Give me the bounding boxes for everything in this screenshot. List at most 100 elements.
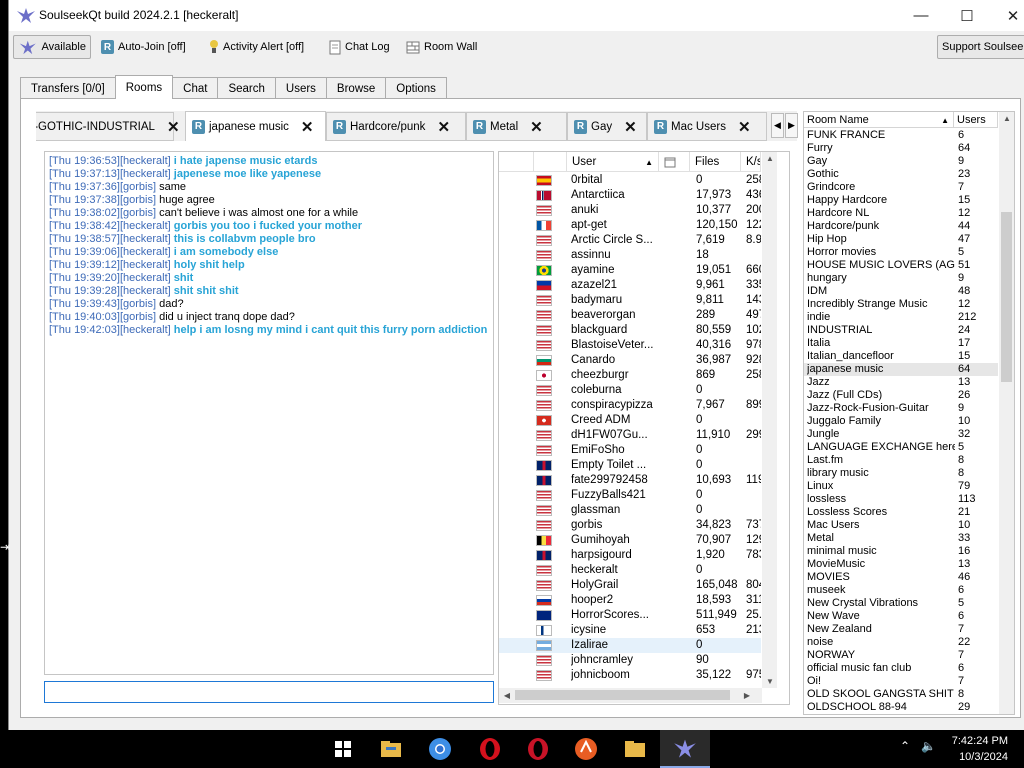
chrome-icon[interactable] <box>427 736 453 762</box>
user-row[interactable]: Gumihoyah 70,907 129 <box>499 533 761 548</box>
user-row[interactable]: ayamine 19,051 660 <box>499 263 761 278</box>
room-row[interactable]: New Wave 6 <box>804 610 998 623</box>
file-explorer-icon[interactable] <box>378 736 404 762</box>
room-row[interactable]: Jazz 13 <box>804 376 998 389</box>
minimize-button[interactable]: — <box>898 0 944 31</box>
room-row[interactable]: noise 22 <box>804 636 998 649</box>
message-username[interactable]: [heckeralt] <box>120 285 171 297</box>
room-row[interactable]: LANGUAGE EXCHANGE here 5 <box>804 441 998 454</box>
user-row[interactable]: blackguard 80,559 102 <box>499 323 761 338</box>
message-username[interactable]: [gorbis] <box>120 311 156 323</box>
maximize-button[interactable]: ☐ <box>944 0 990 31</box>
activity-alert-button[interactable]: Activity Alert [off] <box>205 35 308 59</box>
user-row[interactable]: icysine 653 213 <box>499 623 761 638</box>
room-row[interactable]: Happy Hardcore 15 <box>804 194 998 207</box>
room-row[interactable]: Gothic 23 <box>804 168 998 181</box>
room-row[interactable]: NORWAY 7 <box>804 649 998 662</box>
user-row[interactable]: harpsigourd 1,920 783 <box>499 548 761 563</box>
room-row[interactable]: HOUSE MUSIC LOVERS (AG) 51 <box>804 259 998 272</box>
main-tab-users[interactable]: Users <box>274 77 327 99</box>
message-username[interactable]: [heckeralt] <box>120 220 171 232</box>
close-button[interactable]: ✕ <box>990 0 1024 31</box>
column-header-user[interactable]: User ▲ <box>567 152 659 172</box>
column-header-users[interactable]: Users <box>954 112 998 128</box>
system-tray[interactable]: ⌃ 🔈 <box>900 739 936 753</box>
column-header-flag[interactable] <box>499 152 534 172</box>
main-tab-browse[interactable]: Browse <box>325 77 387 99</box>
user-row[interactable]: BlastoiseVeter... 40,316 978 <box>499 338 761 353</box>
room-row[interactable]: museek 6 <box>804 584 998 597</box>
user-row[interactable]: Arctic Circle S... 7,619 8.9 <box>499 233 761 248</box>
message-username[interactable]: [heckeralt] <box>120 324 171 336</box>
user-row[interactable]: FuzzyBalls421 0 <box>499 488 761 503</box>
column-header-privileges[interactable] <box>659 152 690 172</box>
room-row[interactable]: official music fan club 6 <box>804 662 998 675</box>
column-header-status[interactable] <box>534 152 567 172</box>
room-row[interactable]: Hip Hop 47 <box>804 233 998 246</box>
user-row[interactable]: glassman 0 <box>499 503 761 518</box>
room-tab-hardcore-punk[interactable]: R Hardcore/punk ✕ <box>326 112 466 141</box>
app-icon[interactable] <box>573 736 599 762</box>
auto-join-button[interactable]: R Auto-Join [off] <box>97 35 190 59</box>
status-available-button[interactable]: Available <box>13 35 91 59</box>
user-row[interactable]: HorrorScores... 511,949 25. <box>499 608 761 623</box>
room-tab-metal[interactable]: R Metal ✕ <box>466 112 567 141</box>
room-row[interactable]: Horror movies 5 <box>804 246 998 259</box>
column-header-speed[interactable]: K/s <box>741 152 761 172</box>
user-row[interactable]: heckeralt 0 <box>499 563 761 578</box>
room-row[interactable]: Jungle 32 <box>804 428 998 441</box>
close-icon[interactable]: ✕ <box>530 118 543 136</box>
message-username[interactable]: [heckeralt] <box>120 272 171 284</box>
user-row[interactable]: EmiFoSho 0 <box>499 443 761 458</box>
main-tab-chat[interactable]: Chat <box>172 77 219 99</box>
room-row[interactable]: Jazz-Rock-Fusion-Guitar 9 <box>804 402 998 415</box>
room-row[interactable]: Linux 79 <box>804 480 998 493</box>
user-row[interactable]: Antarctiica 17,973 436 <box>499 188 761 203</box>
room-row[interactable]: OLD SKOOL GANGSTA SHIT 8 <box>804 688 998 701</box>
chat-log[interactable]: [Thu 19:36:53][heckeralt] i hate japense… <box>44 151 494 675</box>
room-row[interactable]: Grindcore 7 <box>804 181 998 194</box>
room-row[interactable]: Jazz (Full CDs) 26 <box>804 389 998 402</box>
main-tab-transfers[interactable]: Transfers [0/0] <box>20 77 116 99</box>
main-tab-options[interactable]: Options <box>385 77 447 99</box>
room-row[interactable]: OLDSCHOOL 88-94 29 <box>804 701 998 714</box>
room-tab-japanese-music[interactable]: Rjapanese music ✕ <box>185 111 326 141</box>
room-row[interactable]: New Zealand 7 <box>804 623 998 636</box>
user-row[interactable]: apt-get 120,150 122 <box>499 218 761 233</box>
message-username[interactable]: [heckeralt] <box>120 155 171 167</box>
message-username[interactable]: [heckeralt] <box>120 233 171 245</box>
room-row[interactable]: Mac Users 10 <box>804 519 998 532</box>
room-row[interactable]: Juggalo Family 10 <box>804 415 998 428</box>
user-row[interactable]: beaverorgan 289 497 <box>499 308 761 323</box>
user-row[interactable]: Izalirae 0 <box>499 638 761 653</box>
room-row[interactable]: New Crystal Vibrations 5 <box>804 597 998 610</box>
column-header-room-name[interactable]: Room Name ▲ <box>804 112 954 128</box>
taskbar-soulseek-button[interactable] <box>660 730 710 768</box>
tab-scroll-left-button[interactable]: ◀ <box>771 113 784 138</box>
room-row[interactable]: lossless 113 <box>804 493 998 506</box>
user-row[interactable]: johncramley 90 <box>499 653 761 668</box>
main-tab-rooms[interactable]: Rooms <box>114 75 174 99</box>
taskbar-clock[interactable]: 7:42:24 PM 10/3/2024 <box>952 733 1008 765</box>
room-row[interactable]: INDUSTRIAL 24 <box>804 324 998 337</box>
horizontal-scroll-thumb[interactable] <box>515 690 730 700</box>
user-row[interactable]: Empty Toilet ... 0 <box>499 458 761 473</box>
user-row[interactable]: 0rbital 0 258 <box>499 173 761 188</box>
room-row[interactable]: Oi! 7 <box>804 675 998 688</box>
user-row[interactable]: dH1FW07Gu... 11,910 299 <box>499 428 761 443</box>
user-row[interactable]: coleburna 0 <box>499 383 761 398</box>
room-row[interactable]: hungary 9 <box>804 272 998 285</box>
room-row[interactable]: Incredibly Strange Music 12 <box>804 298 998 311</box>
folder-icon[interactable] <box>622 736 648 762</box>
chat-log-button[interactable]: Chat Log <box>325 35 394 59</box>
room-row[interactable]: Italia 17 <box>804 337 998 350</box>
close-icon[interactable]: ✕ <box>167 118 180 136</box>
user-row[interactable]: hooper2 18,593 311 <box>499 593 761 608</box>
room-row[interactable]: Metal 33 <box>804 532 998 545</box>
main-tab-search[interactable]: Search <box>217 77 276 99</box>
tab-scroll-right-button[interactable]: ▶ <box>785 113 798 138</box>
user-row[interactable]: Canardo 36,987 928 <box>499 353 761 368</box>
room-row[interactable]: MOVIES 46 <box>804 571 998 584</box>
message-username[interactable]: [gorbis] <box>120 194 156 206</box>
close-icon[interactable]: ✕ <box>301 118 314 136</box>
